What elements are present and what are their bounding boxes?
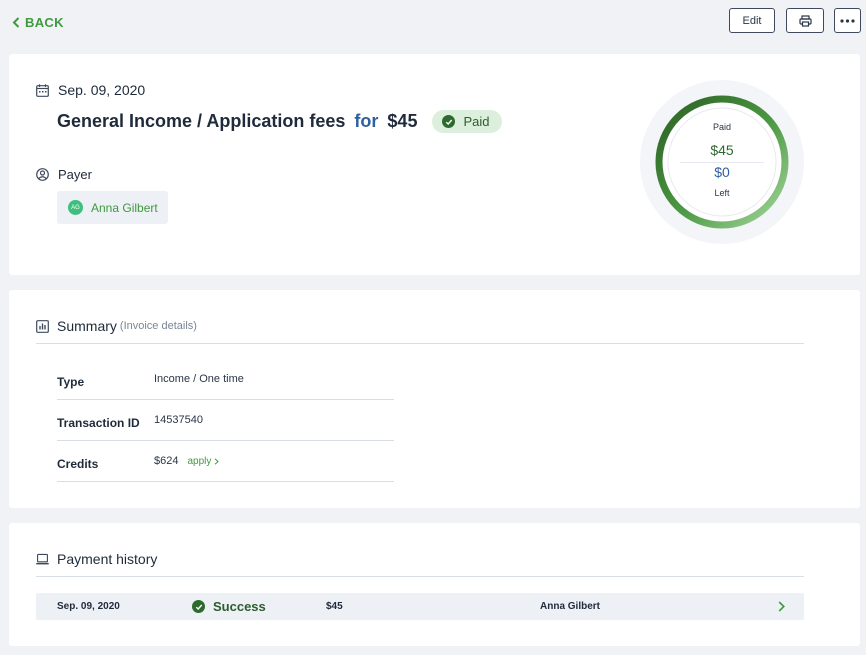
status-badge-label: Paid [463, 114, 490, 129]
summary-header: Summary (Invoice details) [36, 318, 197, 334]
summary-divider [36, 343, 804, 344]
status-badge: Paid [432, 110, 502, 133]
user-circle-icon [36, 168, 49, 181]
check-circle-icon [192, 600, 205, 613]
more-options-button[interactable] [834, 8, 861, 33]
summary-key: Credits [57, 457, 99, 471]
summary-value: $624 apply [154, 455, 220, 467]
printer-icon [798, 14, 812, 27]
payment-history-title: Payment history [57, 551, 158, 567]
top-bar: BACK Edit [0, 0, 866, 48]
payment-status-label: Success [213, 599, 266, 614]
calendar-icon [36, 83, 49, 97]
transaction-title: General Income / Application fees [57, 111, 346, 131]
summary-title: Summary [57, 318, 117, 334]
chevron-right-icon [778, 601, 785, 612]
summary-row-credits: Credits $624 apply [57, 441, 394, 482]
back-label: BACK [25, 15, 64, 30]
payment-history-card: Payment history Sep. 09, 2020 Success $4… [9, 523, 860, 646]
summary-value-text: 14537540 [154, 414, 203, 426]
check-circle-icon [442, 115, 456, 128]
summary-subtitle: (Invoice details) [119, 320, 197, 332]
payment-progress-ring: Paid $45 $0 Left [640, 80, 804, 244]
laptop-icon [36, 553, 49, 564]
summary-key: Transaction ID [57, 416, 140, 430]
avatar: AG [68, 200, 83, 215]
payment-status: Success [192, 593, 266, 620]
payment-history-row[interactable]: Sep. 09, 2020 Success $45 Anna Gilbert [36, 593, 804, 620]
payment-history-divider [36, 576, 804, 577]
payer-label: Payer [58, 167, 92, 182]
payment-amount: $45 [326, 601, 343, 612]
payer-chip[interactable]: AG Anna Gilbert [57, 191, 168, 224]
ring-left-label: Left [714, 188, 730, 198]
transaction-card: Sep. 09, 2020 General Income / Applicati… [9, 54, 860, 275]
back-button[interactable]: BACK [12, 15, 64, 30]
summary-value: 14537540 [154, 414, 203, 426]
summary-row-transaction-id: Transaction ID 14537540 [57, 400, 394, 441]
row-open-button[interactable] [778, 593, 785, 620]
chevron-right-icon [215, 457, 220, 465]
summary-card: Summary (Invoice details) Type Income / … [9, 290, 860, 508]
payment-date: Sep. 09, 2020 [57, 601, 120, 612]
ellipsis-icon [840, 18, 855, 23]
apply-label: apply [187, 455, 212, 467]
ring-paid-label: Paid [712, 122, 731, 132]
transaction-date: Sep. 09, 2020 [58, 82, 146, 98]
bar-chart-icon [36, 319, 49, 333]
summary-value-text: Income / One time [154, 373, 244, 385]
summary-key: Type [57, 375, 85, 389]
ring-divider [680, 162, 764, 163]
payer-section-label: Payer [36, 167, 92, 182]
transaction-amount: $45 [387, 111, 418, 131]
summary-value-text: $624 [154, 455, 179, 467]
print-button[interactable] [786, 8, 824, 33]
apply-credits-link[interactable]: apply [187, 455, 220, 467]
ring-paid-amount: $45 [710, 142, 734, 158]
transaction-date-row: Sep. 09, 2020 [36, 82, 145, 98]
chevron-left-icon [12, 17, 20, 28]
payer-name: Anna Gilbert [91, 200, 158, 215]
transaction-title-row: General Income / Application fees for $4… [57, 110, 502, 133]
summary-row-type: Type Income / One time [57, 359, 394, 400]
payment-history-header: Payment history [36, 551, 157, 567]
payment-payer: Anna Gilbert [540, 601, 601, 612]
summary-value: Income / One time [154, 373, 244, 385]
for-word: for [354, 111, 379, 131]
edit-button[interactable]: Edit [729, 8, 775, 33]
ring-left-amount: $0 [714, 164, 730, 180]
